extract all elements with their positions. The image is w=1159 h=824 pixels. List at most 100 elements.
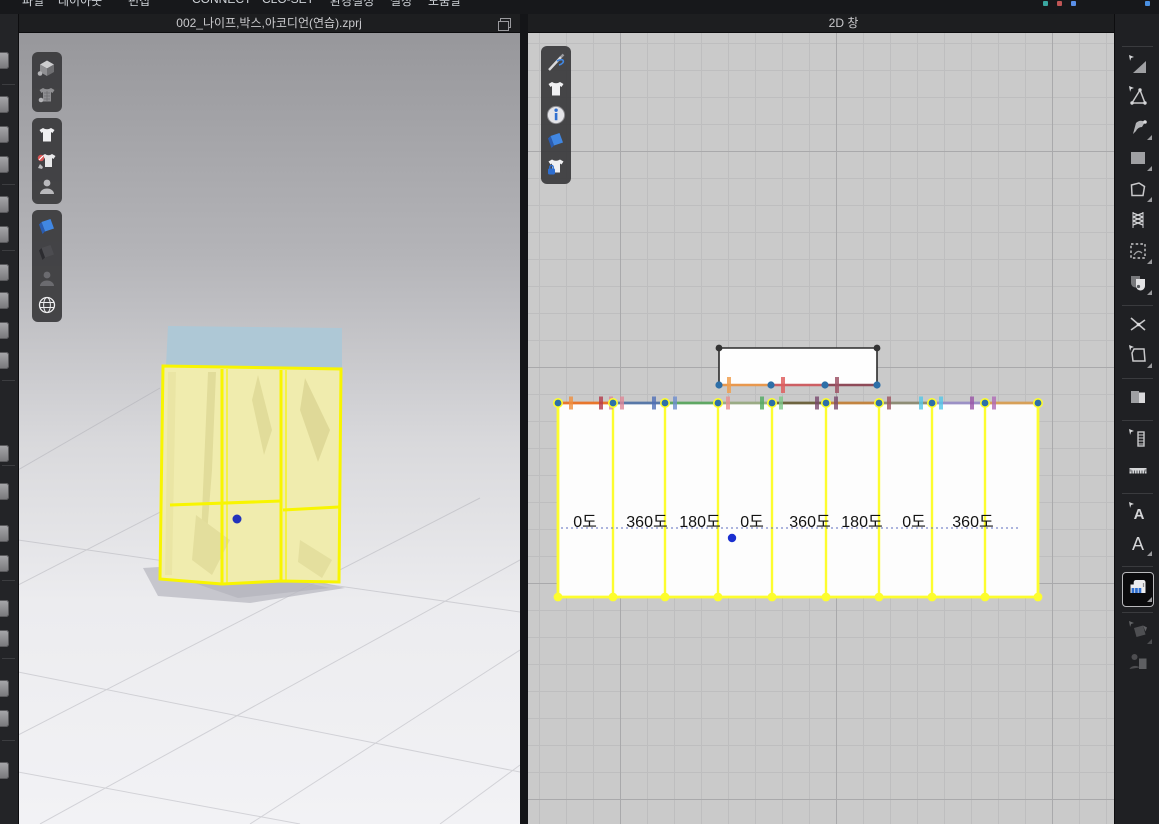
clipped-menu-icon [1057, 1, 1062, 6]
annotation-tool[interactable]: A [1115, 530, 1159, 561]
clipped-tool-icon[interactable] [0, 600, 9, 617]
dock-separator [2, 580, 15, 581]
dock-separator [2, 380, 15, 381]
transform-pattern-tool[interactable] [1115, 52, 1159, 83]
viewport-3d[interactable] [18, 32, 520, 824]
menu-item[interactable]: 파일 [22, 0, 44, 9]
toolbar-separator [1122, 420, 1153, 421]
unfold-tool[interactable] [1115, 384, 1159, 415]
fabric-front-icon[interactable] [34, 214, 60, 240]
fabric-back-icon[interactable] [34, 240, 60, 266]
clipped-tool-icon[interactable] [0, 710, 9, 727]
edit-measurement-tool[interactable] [1115, 426, 1159, 457]
toolbar-separator [1122, 378, 1153, 379]
clipped-menu-icon [1071, 1, 1076, 6]
clipped-tool-icon[interactable] [0, 292, 9, 309]
dock-separator [2, 184, 15, 185]
subtool-marker [1147, 597, 1152, 602]
view-toolbar-group [32, 210, 62, 322]
avatar-ghost-icon[interactable] [34, 266, 60, 292]
lacing-tool[interactable] [1115, 207, 1159, 238]
clipped-tool-icon[interactable] [0, 196, 9, 213]
viewport-2d[interactable] [528, 32, 1114, 824]
toolbar-separator [1122, 305, 1153, 306]
garment-icon[interactable] [543, 76, 569, 102]
clipped-tool-icon[interactable] [0, 352, 9, 369]
menu-item[interactable]: 레이아웃 [58, 0, 102, 9]
svg-text:A: A [1131, 534, 1143, 554]
clipped-tool-icon[interactable] [0, 630, 9, 647]
float-window-icon[interactable] [500, 18, 511, 28]
left-tool-dock [0, 14, 19, 824]
polygon-tool[interactable] [1115, 176, 1159, 207]
subtool-marker [1147, 551, 1152, 556]
menu-item[interactable]: CLO-SET [262, 0, 314, 6]
pin-garment-icon[interactable] [34, 148, 60, 174]
globe-icon[interactable] [34, 292, 60, 318]
toolbar-separator [1122, 566, 1153, 567]
menu-item[interactable]: CONNECT [192, 0, 251, 6]
cube-view-icon[interactable] [34, 56, 60, 82]
needle-icon[interactable] [543, 50, 569, 76]
garment-icon[interactable] [34, 122, 60, 148]
subtool-marker [1147, 135, 1152, 140]
toolbar-2d-view [541, 46, 571, 184]
edit-annotation-tool[interactable]: A [1115, 499, 1159, 530]
clipped-tool-icon[interactable] [0, 226, 9, 243]
lock-garment-icon[interactable] [543, 154, 569, 180]
clipped-tool-icon[interactable] [0, 555, 9, 572]
clipped-tool-icon[interactable] [0, 445, 9, 462]
window-2d-titlebar[interactable]: 2D 창 [528, 14, 1159, 33]
clipped-tool-icon[interactable] [0, 483, 9, 500]
clipped-tool-icon[interactable] [0, 762, 9, 779]
subtool-marker [1147, 197, 1152, 202]
subtool-marker [1147, 363, 1152, 368]
menu-bar: 파일 레이아웃 편집 CONNECT CLO-SET 환경설정 설정 도움말 [0, 0, 1159, 14]
trace-tool[interactable] [1115, 238, 1159, 269]
edit-curvature-tool[interactable] [1115, 114, 1159, 145]
dock-separator [2, 250, 15, 251]
toolbar-separator [1122, 612, 1153, 613]
clipped-tool-icon[interactable] [0, 96, 9, 113]
subtool-marker [1147, 166, 1152, 171]
window-2d-title: 2D 창 [528, 14, 1159, 32]
view-toolbar-group [32, 52, 62, 112]
subtool-marker [1147, 290, 1152, 295]
window-separator[interactable] [520, 14, 528, 824]
menu-item[interactable]: 환경설정 [330, 0, 374, 9]
right-tool-column: AA [1114, 14, 1159, 824]
menu-item[interactable]: 도움말 [428, 0, 461, 9]
trace-outline-tool[interactable] [1115, 342, 1159, 373]
measure-tool[interactable] [1115, 457, 1159, 488]
seam-cut-tool[interactable] [1115, 311, 1159, 342]
view-toolbar-group [541, 46, 571, 184]
toolbar-3d-view [32, 52, 62, 322]
clipped-tool-icon[interactable] [0, 264, 9, 281]
clipped-tool-icon[interactable] [0, 126, 9, 143]
clone-pattern-tool[interactable] [1115, 269, 1159, 300]
clipped-tool-icon[interactable] [0, 322, 9, 339]
edit-pattern-tool[interactable] [1115, 83, 1159, 114]
info-icon[interactable] [543, 102, 569, 128]
subtool-marker [1147, 639, 1152, 644]
clipped-tool-icon[interactable] [0, 525, 9, 542]
window-3d-titlebar[interactable]: 002_나이프,박스,아코디언(연습).zprj [18, 14, 520, 33]
clipped-tool-icon[interactable] [0, 680, 9, 697]
menu-item[interactable]: 설정 [390, 0, 412, 9]
avatar-icon[interactable] [34, 174, 60, 200]
view-toolbar-group [32, 118, 62, 204]
toolbar-separator [1122, 493, 1153, 494]
fabric-front-icon[interactable] [543, 128, 569, 154]
dock-separator [2, 740, 15, 741]
flatten-tool [1115, 618, 1159, 649]
dock-separator [2, 658, 15, 659]
clipped-menu-icon [1043, 1, 1048, 6]
clipped-tool-icon[interactable] [0, 156, 9, 173]
pleats-sewing-tool[interactable] [1115, 572, 1159, 607]
clipped-tool-icon[interactable] [0, 52, 9, 69]
subtool-marker [1147, 259, 1152, 264]
rectangle-tool[interactable] [1115, 145, 1159, 176]
textured-garment-icon[interactable] [34, 82, 60, 108]
menu-item[interactable]: 편집 [128, 0, 150, 9]
svg-text:A: A [1133, 506, 1144, 523]
